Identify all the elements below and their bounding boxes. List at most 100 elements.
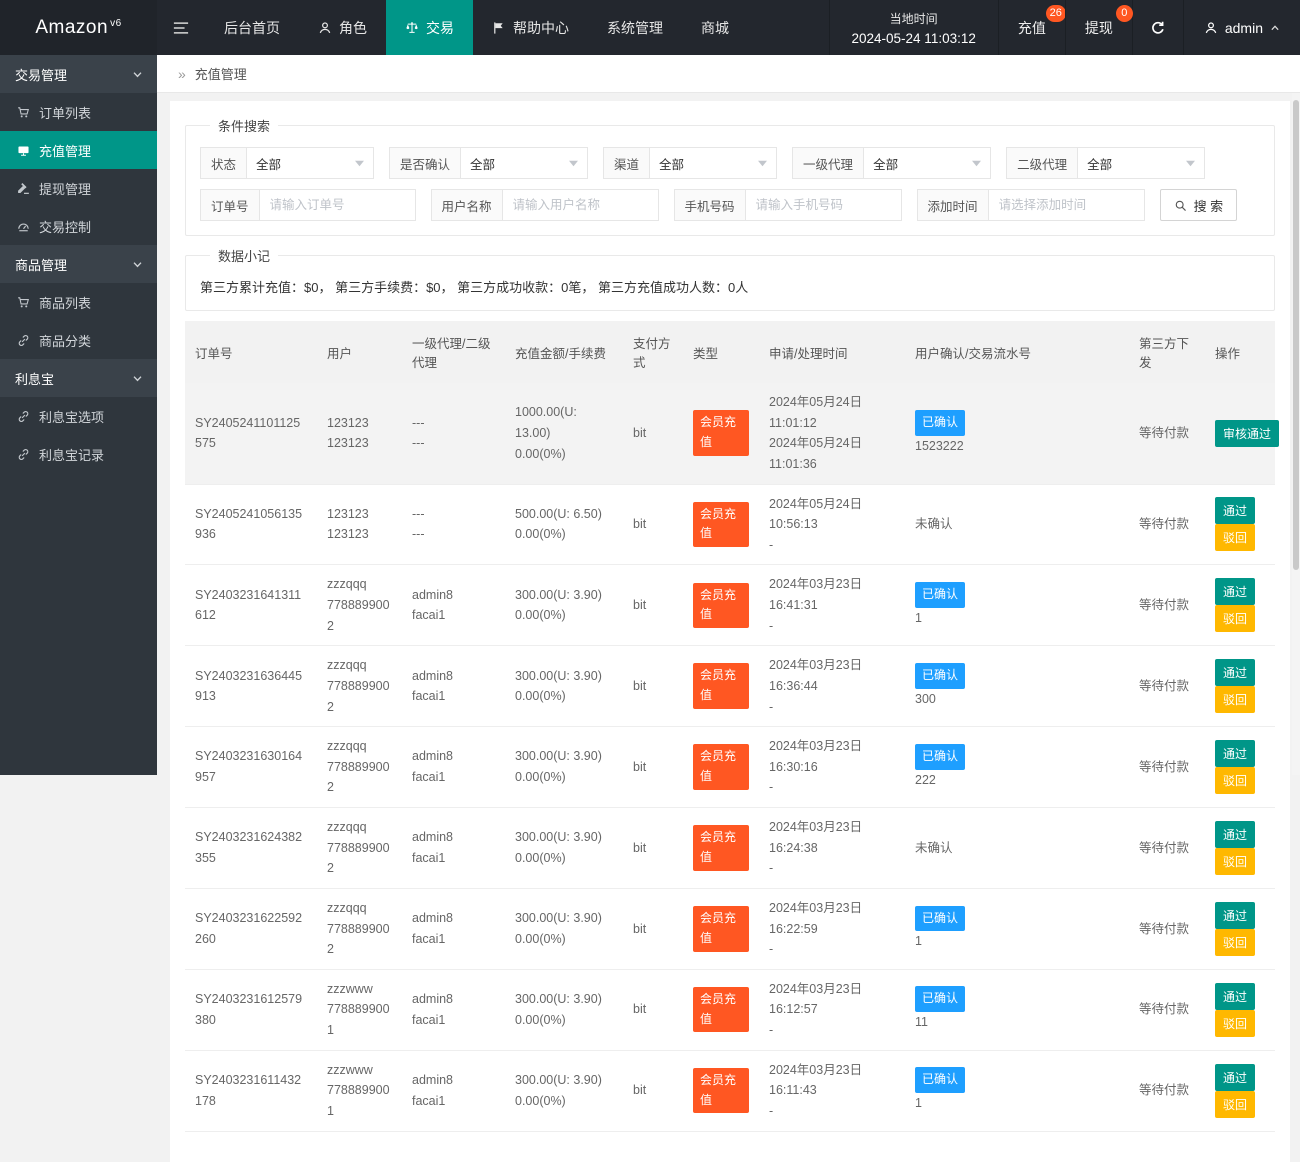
cell-amount: 300.00(U: 3.90)0.00(0%)	[505, 646, 623, 727]
agent2-select-field: 二级代理全部	[1006, 147, 1205, 179]
sidebar-item-recharge-management[interactable]: 充值管理	[0, 131, 157, 169]
cell-time: 2024年03月23日 16:41:31-	[759, 565, 905, 646]
chevron-down-icon	[132, 69, 143, 80]
refresh-button[interactable]	[1132, 0, 1183, 55]
scrollbar[interactable]	[1292, 93, 1300, 775]
content-area: 条件搜索 状态全部是否确认全部渠道全部一级代理全部二级代理全部 订单号用户名称手…	[157, 93, 1300, 1162]
nav-item-system[interactable]: 系统管理	[588, 0, 682, 55]
sidebar-group-product-management[interactable]: 商品管理	[0, 245, 157, 283]
approve-button[interactable]: 通过	[1215, 497, 1255, 524]
sidebar-item-interest-options[interactable]: 利息宝选项	[0, 397, 157, 435]
nav-item-roles[interactable]: 角色	[299, 0, 386, 55]
status-select[interactable]: 全部	[246, 147, 374, 179]
sidebar-item-label: 商品列表	[39, 293, 91, 312]
cell-confirm: 已确认1	[905, 888, 1129, 969]
approve-button[interactable]: 通过	[1215, 821, 1255, 848]
sidebar-item-product-list[interactable]: 商品列表	[0, 283, 157, 321]
reject-button[interactable]: 驳回	[1215, 1091, 1255, 1118]
reject-button[interactable]: 驳回	[1215, 929, 1255, 956]
scrollbar-thumb[interactable]	[1293, 100, 1299, 570]
menu-toggle-icon[interactable]	[157, 0, 205, 55]
chevron-down-icon	[355, 159, 364, 168]
type-badge: 会员充值	[693, 502, 749, 548]
cell-operations: 通过驳回	[1205, 969, 1275, 1050]
approve-button[interactable]: 审核通过	[1215, 420, 1279, 447]
cell-agents: admin8facai1	[402, 969, 505, 1050]
cell-time: 2024年03月23日 16:11:43-	[759, 1050, 905, 1131]
reject-button[interactable]: 驳回	[1215, 524, 1255, 551]
local-time-label: 当地时间	[890, 10, 938, 27]
nav-item-label: 后台首页	[224, 18, 280, 38]
sidebar-item-withdraw-management[interactable]: 提现管理	[0, 169, 157, 207]
approve-button[interactable]: 通过	[1215, 1064, 1255, 1091]
nav-item-mall[interactable]: 商城	[682, 0, 748, 55]
agent2-select[interactable]: 全部	[1077, 147, 1205, 179]
search-button-label: 搜 索	[1194, 196, 1224, 215]
agent1-select[interactable]: 全部	[863, 147, 991, 179]
approve-button[interactable]: 通过	[1215, 902, 1255, 929]
sidebar-item-order-list[interactable]: 订单列表	[0, 93, 157, 131]
order-no-input[interactable]	[270, 198, 405, 212]
select-value: 全部	[1087, 154, 1112, 173]
user-menu[interactable]: admin	[1183, 0, 1300, 55]
reject-button[interactable]: 驳回	[1215, 605, 1255, 632]
app-logo-version: v6	[110, 18, 122, 29]
confirmed-badge: 已确认	[915, 744, 965, 770]
sidebar-item-trade-control[interactable]: 交易控制	[0, 207, 157, 245]
cell-pay-method: bit	[623, 646, 683, 727]
type-badge: 会员充值	[693, 987, 749, 1033]
cell-confirm: 未确认	[905, 808, 1129, 889]
cell-operations: 通过驳回	[1205, 565, 1275, 646]
transaction-serial: 11	[915, 1012, 1119, 1033]
sidebar-group-interest-bao[interactable]: 利息宝	[0, 359, 157, 397]
cell-third-party: 等待付款	[1129, 888, 1205, 969]
reject-button[interactable]: 驳回	[1215, 686, 1255, 713]
approve-button[interactable]: 通过	[1215, 659, 1255, 686]
confirmed-badge: 已确认	[915, 906, 965, 932]
orders-table: 订单号用户一级代理/二级代理充值金额/手续费支付方式类型申请/处理时间用户确认/…	[185, 321, 1275, 1132]
cell-confirm: 已确认222	[905, 727, 1129, 808]
nav-item-help[interactable]: 帮助中心	[473, 0, 588, 55]
channel-select[interactable]: 全部	[649, 147, 777, 179]
cell-agents: admin8facai1	[402, 1050, 505, 1131]
sidebar-item-interest-records[interactable]: 利息宝记录	[0, 435, 157, 473]
transaction-serial: 1	[915, 1093, 1119, 1114]
approve-button[interactable]: 通过	[1215, 578, 1255, 605]
select-value: 全部	[873, 154, 898, 173]
cell-user: zzzqqq7788899002	[317, 808, 402, 889]
cell-type: 会员充值	[683, 646, 759, 727]
select-value: 全部	[470, 154, 495, 173]
sidebar-group-trade-management[interactable]: 交易管理	[0, 55, 157, 93]
withdraw-shortcut[interactable]: 提现 0	[1065, 0, 1132, 55]
reject-button[interactable]: 驳回	[1215, 1010, 1255, 1037]
nav-item-label: 系统管理	[607, 18, 663, 38]
order-no-input-field: 订单号	[200, 189, 416, 221]
reject-button[interactable]: 驳回	[1215, 848, 1255, 875]
cell-time: 2024年03月23日 16:36:44-	[759, 646, 905, 727]
cell-type: 会员充值	[683, 888, 759, 969]
nav-item-home[interactable]: 后台首页	[205, 0, 299, 55]
approve-button[interactable]: 通过	[1215, 983, 1255, 1010]
reject-button[interactable]: 驳回	[1215, 767, 1255, 794]
transaction-serial: 222	[915, 770, 1119, 791]
search-button[interactable]: 搜 索	[1160, 189, 1238, 221]
field-label: 添加时间	[917, 189, 988, 221]
column-header: 支付方式	[623, 321, 683, 383]
add-time-input[interactable]	[999, 198, 1134, 212]
nav-item-trade[interactable]: 交易	[386, 0, 473, 55]
approve-button[interactable]: 通过	[1215, 740, 1255, 767]
transaction-serial: 300	[915, 689, 1119, 710]
field-label: 用户名称	[431, 189, 502, 221]
sidebar-group-label: 交易管理	[15, 65, 67, 84]
cell-operations: 通过驳回	[1205, 1050, 1275, 1131]
phone-input[interactable]	[756, 198, 891, 212]
cell-pay-method: bit	[623, 383, 683, 484]
username-input[interactable]	[513, 198, 648, 212]
chevron-down-icon	[972, 159, 981, 168]
sidebar-item-product-category[interactable]: 商品分类	[0, 321, 157, 359]
chevron-down-icon	[132, 373, 143, 384]
confirm-select[interactable]: 全部	[460, 147, 588, 179]
table-row: SY2403231612579380zzzwww7788899001admin8…	[185, 969, 1275, 1050]
recharge-shortcut[interactable]: 充值 26	[998, 0, 1065, 55]
sidebar: 交易管理订单列表充值管理提现管理交易控制商品管理商品列表商品分类利息宝利息宝选项…	[0, 55, 157, 775]
